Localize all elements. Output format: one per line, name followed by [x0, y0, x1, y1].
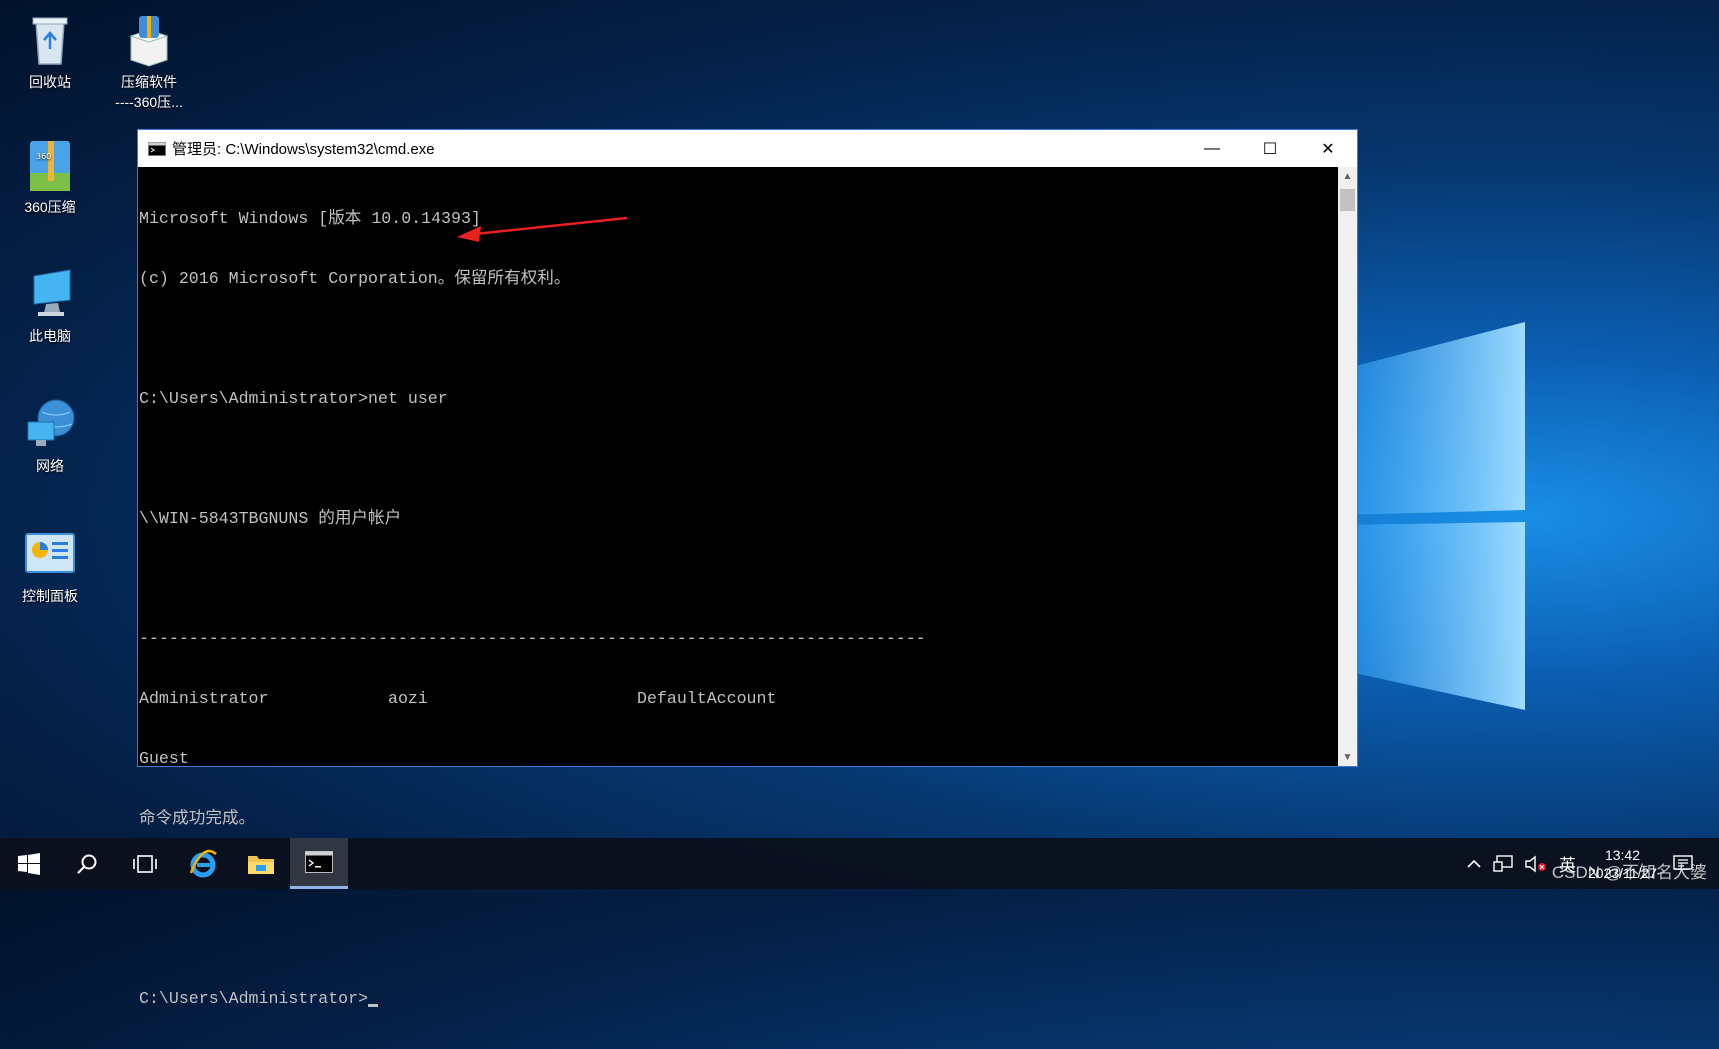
- tray-volume-button[interactable]: [1525, 855, 1547, 873]
- console-result: 命令成功完成。: [139, 809, 256, 828]
- desktop-icon-360zip[interactable]: 360 360压缩: [0, 137, 100, 217]
- console-accounts-header: \\WIN-5843TBGNUNS 的用户帐户: [139, 509, 402, 528]
- desktop-icon-control-panel[interactable]: 控制面板: [0, 526, 100, 606]
- console-prompt: C:\Users\Administrator>: [139, 989, 369, 1008]
- start-button[interactable]: [0, 838, 58, 889]
- user-entry: DefaultAccount: [637, 689, 777, 708]
- minimize-button[interactable]: —: [1183, 130, 1241, 167]
- desktop-icon-this-pc[interactable]: 此电脑: [0, 266, 100, 346]
- console-line-copyright: (c) 2016 Microsoft Corporation。保留所有权利。: [139, 269, 571, 288]
- control-panel-icon: [25, 533, 75, 573]
- console-current-prompt: C:\Users\Administrator>: [139, 989, 1337, 1009]
- search-icon: [77, 854, 97, 874]
- scroll-down-arrow-icon[interactable]: ▼: [1338, 748, 1357, 766]
- console-output[interactable]: Microsoft Windows [版本 10.0.14393] (c) 20…: [138, 167, 1338, 1008]
- computer-icon: [33, 269, 71, 316]
- taskbar: 英 13:42 2023/11/27 CSDN @不知名大婆: [0, 838, 1719, 889]
- tray-expand-button[interactable]: [1467, 859, 1481, 869]
- desktop-icon-label: 360压缩: [24, 199, 76, 215]
- desktop-icon-network[interactable]: 网络: [0, 396, 100, 476]
- console-command-line: C:\Users\Administrator>net user: [139, 389, 1337, 409]
- chevron-up-icon: [1467, 859, 1481, 868]
- console-command: net user: [368, 389, 448, 408]
- zip-archive-icon: 360: [30, 141, 70, 191]
- network-globe-icon: [27, 399, 75, 446]
- console-users-row: Administrator aozi DefaultAccount: [139, 689, 1337, 709]
- tray-network-button[interactable]: [1493, 854, 1513, 873]
- user-entry: Administrator: [139, 689, 269, 708]
- scroll-up-arrow-icon[interactable]: ▲: [1338, 167, 1357, 185]
- cmd-window[interactable]: 管理员: C:\Windows\system32\cmd.exe — ☐ ✕ M…: [137, 129, 1358, 1008]
- window-titlebar[interactable]: 管理员: C:\Windows\system32\cmd.exe — ☐ ✕: [138, 130, 1357, 168]
- internet-explorer-icon: [189, 849, 217, 877]
- desktop-icon-label: 回收站: [29, 74, 71, 90]
- desktop-icon-recycle-bin[interactable]: 回收站: [0, 12, 100, 92]
- wallpaper-windows-logo: [1340, 322, 1525, 710]
- installer-box-icon: [129, 16, 169, 67]
- volume-muted-icon: [1525, 855, 1546, 872]
- close-button[interactable]: ✕: [1299, 130, 1357, 167]
- task-view-button[interactable]: [116, 838, 174, 889]
- console-prompt: C:\Users\Administrator>: [139, 389, 369, 408]
- taskbar-file-explorer[interactable]: [232, 838, 290, 889]
- network-icon: [1493, 854, 1513, 872]
- cmd-icon: [305, 851, 333, 873]
- taskbar-internet-explorer[interactable]: [174, 838, 232, 889]
- windows-start-icon: [18, 852, 40, 875]
- user-entry: aozi: [388, 689, 428, 708]
- vertical-scrollbar[interactable]: ▲ ▼: [1338, 167, 1357, 766]
- user-entry: Guest: [139, 749, 189, 768]
- cmd-app-icon: [148, 141, 166, 156]
- console-line-version: Microsoft Windows [版本 10.0.14393]: [139, 209, 481, 228]
- task-view-icon: [133, 854, 157, 873]
- search-button[interactable]: [58, 838, 116, 889]
- recycle-bin-icon: [32, 17, 68, 65]
- window-title: 管理员: C:\Windows\system32\cmd.exe: [172, 141, 435, 158]
- watermark: CSDN @不知名大婆: [1551, 863, 1707, 882]
- desktop-icon-label: 网络: [36, 458, 64, 474]
- desktop-icon-label: 此电脑: [29, 328, 71, 344]
- text-cursor: [368, 1004, 379, 1007]
- desktop-icon-installer[interactable]: 压缩软件 ----360压...: [99, 12, 199, 112]
- desktop-icon-label: 压缩软件 ----360压...: [115, 74, 183, 110]
- scrollbar-thumb[interactable]: [1340, 189, 1355, 211]
- taskbar-cmd[interactable]: [290, 838, 348, 889]
- maximize-button[interactable]: ☐: [1241, 130, 1299, 167]
- console-separator: ----------------------------------------…: [139, 629, 926, 648]
- file-explorer-icon: [248, 855, 274, 874]
- svg-text:360: 360: [36, 152, 51, 161]
- desktop-icon-label: 控制面板: [22, 588, 78, 604]
- annotation-arrow-icon: [457, 216, 628, 242]
